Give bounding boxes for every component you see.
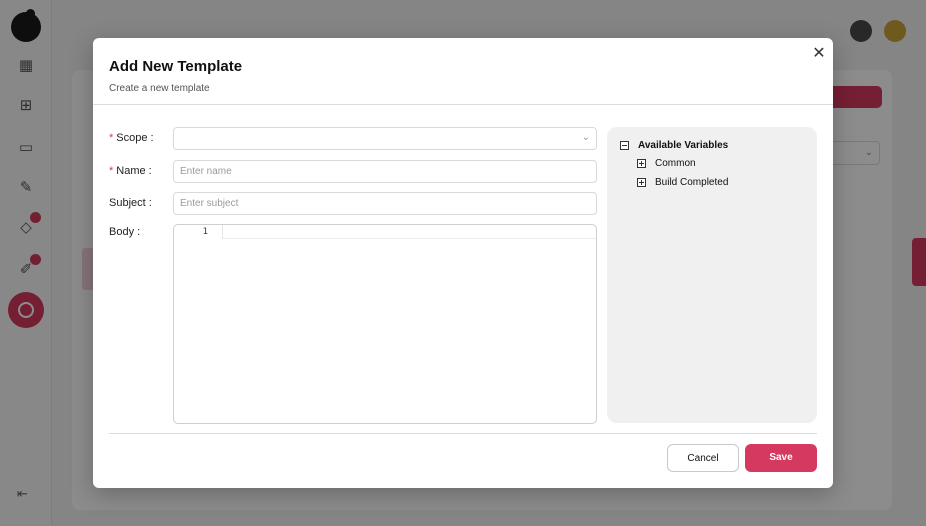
chevron-down-icon: ⌄ (581, 132, 590, 143)
expand-icon[interactable] (637, 159, 646, 168)
save-button[interactable]: Save (745, 444, 817, 472)
editor-active-line[interactable] (222, 225, 596, 239)
available-variables-panel: Available Variables Common Build Complet… (607, 127, 817, 423)
required-marker: * (109, 165, 114, 177)
required-marker: * (109, 132, 114, 144)
line-number: 1 (202, 227, 208, 237)
subject-input[interactable] (174, 193, 596, 214)
scope-select[interactable]: ⌄ (173, 127, 597, 150)
variables-tree-item-common[interactable]: Common (637, 158, 696, 169)
body-code-editor[interactable]: 1 (173, 224, 597, 424)
modal-subtitle: Create a new template (109, 83, 210, 94)
cancel-button[interactable]: Cancel (667, 444, 739, 472)
close-icon[interactable]: ✕ (811, 46, 827, 62)
expand-icon[interactable] (637, 178, 646, 187)
footer-divider (109, 433, 817, 434)
scope-input[interactable] (174, 128, 596, 149)
subject-label: Subject : (109, 197, 152, 209)
name-field[interactable] (173, 160, 597, 183)
subject-field[interactable] (173, 192, 597, 215)
variables-tree-root[interactable]: Available Variables (620, 140, 728, 151)
scope-label: * Scope : (109, 132, 154, 144)
name-input[interactable] (174, 161, 596, 182)
header-divider (93, 104, 833, 105)
name-label: * Name : (109, 165, 152, 177)
modal-title: Add New Template (109, 58, 243, 75)
body-label: Body : (109, 226, 141, 238)
collapse-icon[interactable] (620, 141, 629, 150)
add-template-modal: ✕ Add New Template Create a new template… (93, 38, 833, 488)
variables-tree-item-build-completed[interactable]: Build Completed (637, 177, 728, 188)
editor-gutter: 1 (174, 225, 222, 239)
